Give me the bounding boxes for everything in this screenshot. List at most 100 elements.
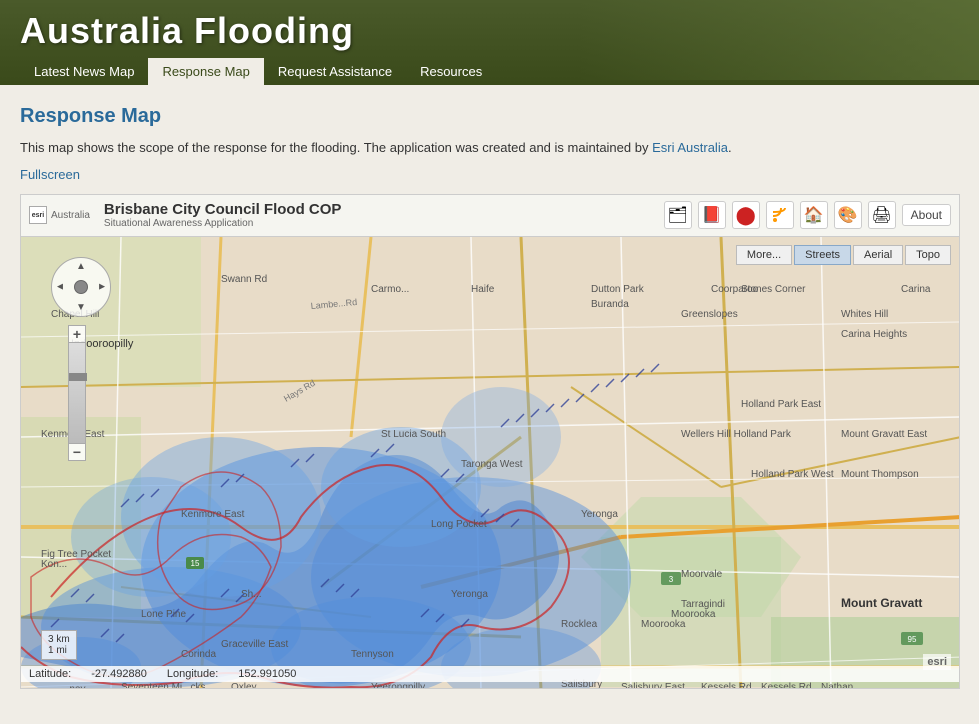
svg-text:Swann Rd: Swann Rd [221,274,267,285]
bookmark-icon[interactable]: 🗂 [664,201,692,229]
map-title-block: Brisbane City Council Flood COP Situatio… [104,201,658,229]
description-text-2: . [728,140,732,155]
svg-text:Yeerongpilly: Yeerongpilly [371,682,425,689]
svg-text:St Lucia South: St Lucia South [381,429,446,440]
feed-icon[interactable] [766,201,794,229]
svg-text:Nathan: Nathan [821,682,853,689]
coordinates-bar: Latitude: -27.492880 Longitude: 152.9910… [21,666,960,682]
esri-logo: esri Australia [29,206,90,224]
home-icon[interactable]: 🏠 [800,201,828,229]
svg-text:Mount Gravatt East: Mount Gravatt East [841,429,927,440]
svg-text:Salisbury East: Salisbury East [621,682,685,689]
svg-text:Carmo...: Carmo... [371,284,409,295]
svg-text:95: 95 [908,635,917,644]
nav-item-latest-news[interactable]: Latest News Map [20,58,148,85]
svg-text:Graceville East: Graceville East [221,639,288,650]
svg-text:Kessels Rd: Kessels Rd [701,682,752,689]
svg-text:Whites Hill: Whites Hill [841,309,888,320]
svg-text:3: 3 [669,575,674,584]
map-title-sub: Situational Awareness Application [104,218,658,229]
svg-text:Mount Thompson: Mount Thompson [841,469,919,480]
svg-text:Coorparoo: Coorparoo [711,284,759,295]
svg-text:Moorvale: Moorvale [681,569,723,580]
svg-text:Kenmore East: Kenmore East [181,509,245,520]
svg-text:...ney: ...ney [61,684,85,689]
about-button[interactable]: About [902,204,951,226]
esri-logo-box: esri [29,206,47,224]
map-navigation[interactable]: ▲ ▼ ◄ ► [51,257,111,317]
svg-text:Haife: Haife [471,284,495,295]
nav-arrow-left: ◄ [55,281,65,292]
svg-text:Mount Gravatt: Mount Gravatt [841,596,922,610]
svg-text:Sh...: Sh... [241,589,262,600]
zoom-controls: + − [68,325,86,461]
map-type-controls: More... Streets Aerial Topo [736,245,951,265]
svg-text:Carina: Carina [901,284,931,295]
svg-text:Tennyson: Tennyson [351,649,394,660]
streets-button[interactable]: Streets [794,245,851,265]
main-nav: Latest News Map Response Map Request Ass… [20,58,959,85]
scale-km: 3 km [48,634,70,645]
svg-text:15: 15 [191,559,200,568]
map-overlay-svg: 15 1/3 315 3 3 95 2 Indooroopilly Chapel… [21,237,960,689]
svg-text:Buranda: Buranda [591,299,629,310]
page-title: Response Map [20,105,959,128]
zoom-slider[interactable] [68,343,86,443]
nav-center [74,280,88,294]
svg-text:Kon...: Kon... [41,559,67,570]
esri-australia-label: Australia [51,210,90,221]
zoom-out-button[interactable]: − [68,443,86,461]
site-header: Australia Flooding Latest News Map Respo… [0,0,979,85]
svg-text:Seventeen Mi...cks: Seventeen Mi...cks [121,682,205,689]
main-content: Response Map This map shows the scope of… [0,85,979,709]
layers-icon[interactable]: 📕 [698,201,726,229]
svg-text:Yeronga: Yeronga [451,589,488,600]
svg-text:Carina Heights: Carina Heights [841,329,907,340]
svg-text:Taronga West: Taronga West [461,459,523,470]
svg-text:Lone Pine: Lone Pine [141,609,186,620]
lat-label: Latitude: [29,668,71,680]
svg-text:Wellers Hill Holland Park: Wellers Hill Holland Park [681,429,792,440]
nav-arrow-right: ► [97,281,107,292]
map-view[interactable]: 15 1/3 315 3 3 95 2 Indooroopilly Chapel… [21,237,960,689]
site-title: Australia Flooding [20,10,959,52]
lon-value: 152.991050 [238,668,296,680]
svg-text:Long Pocket: Long Pocket [431,519,487,530]
svg-text:Corinda: Corinda [181,649,216,660]
topo-button[interactable]: Topo [905,245,951,265]
palette-icon[interactable]: 🎨 [834,201,862,229]
description-text-1: This map shows the scope of the response… [20,140,652,155]
svg-text:Greenslopes: Greenslopes [681,309,738,320]
svg-text:Moorooka: Moorooka [641,619,686,630]
map-container: esri Australia Brisbane City Council Flo… [20,194,960,689]
aerial-button[interactable]: Aerial [853,245,903,265]
esri-watermark: esri [923,654,951,670]
scale-bar: 3 km 1 mi [41,630,77,660]
fullscreen-link[interactable]: Fullscreen [20,167,80,182]
more-button[interactable]: More... [736,245,792,265]
nav-item-resources[interactable]: Resources [406,58,496,85]
page-description: This map shows the scope of the response… [20,138,959,158]
lon-label: Longitude: [167,668,218,680]
zoom-in-button[interactable]: + [68,325,86,343]
esri-logo-text: esri [32,212,44,219]
nav-item-request-assistance[interactable]: Request Assistance [264,58,406,85]
nav-arrow-up: ▲ [76,261,86,272]
print-icon[interactable]: 🖨 [868,201,896,229]
svg-text:Dutton Park: Dutton Park [591,284,645,295]
record-icon[interactable]: ⬤ [732,201,760,229]
map-title-main: Brisbane City Council Flood COP [104,201,658,218]
svg-text:Oxley: Oxley [231,682,257,689]
svg-text:Yeronga: Yeronga [581,509,618,520]
esri-watermark-text: esri [927,656,947,668]
nav-compass[interactable]: ▲ ▼ ◄ ► [51,257,111,317]
svg-text:Holland Park East: Holland Park East [741,399,821,410]
nav-arrow-down: ▼ [76,302,86,313]
svg-text:Moorooka: Moorooka [671,609,716,620]
map-toolbar: esri Australia Brisbane City Council Flo… [21,195,959,237]
zoom-handle[interactable] [69,373,87,381]
nav-item-response-map[interactable]: Response Map [148,58,263,85]
esri-australia-link[interactable]: Esri Australia [652,140,728,155]
svg-text:Rocklea: Rocklea [561,619,598,630]
svg-text:Kessels Rd: Kessels Rd [761,682,812,689]
